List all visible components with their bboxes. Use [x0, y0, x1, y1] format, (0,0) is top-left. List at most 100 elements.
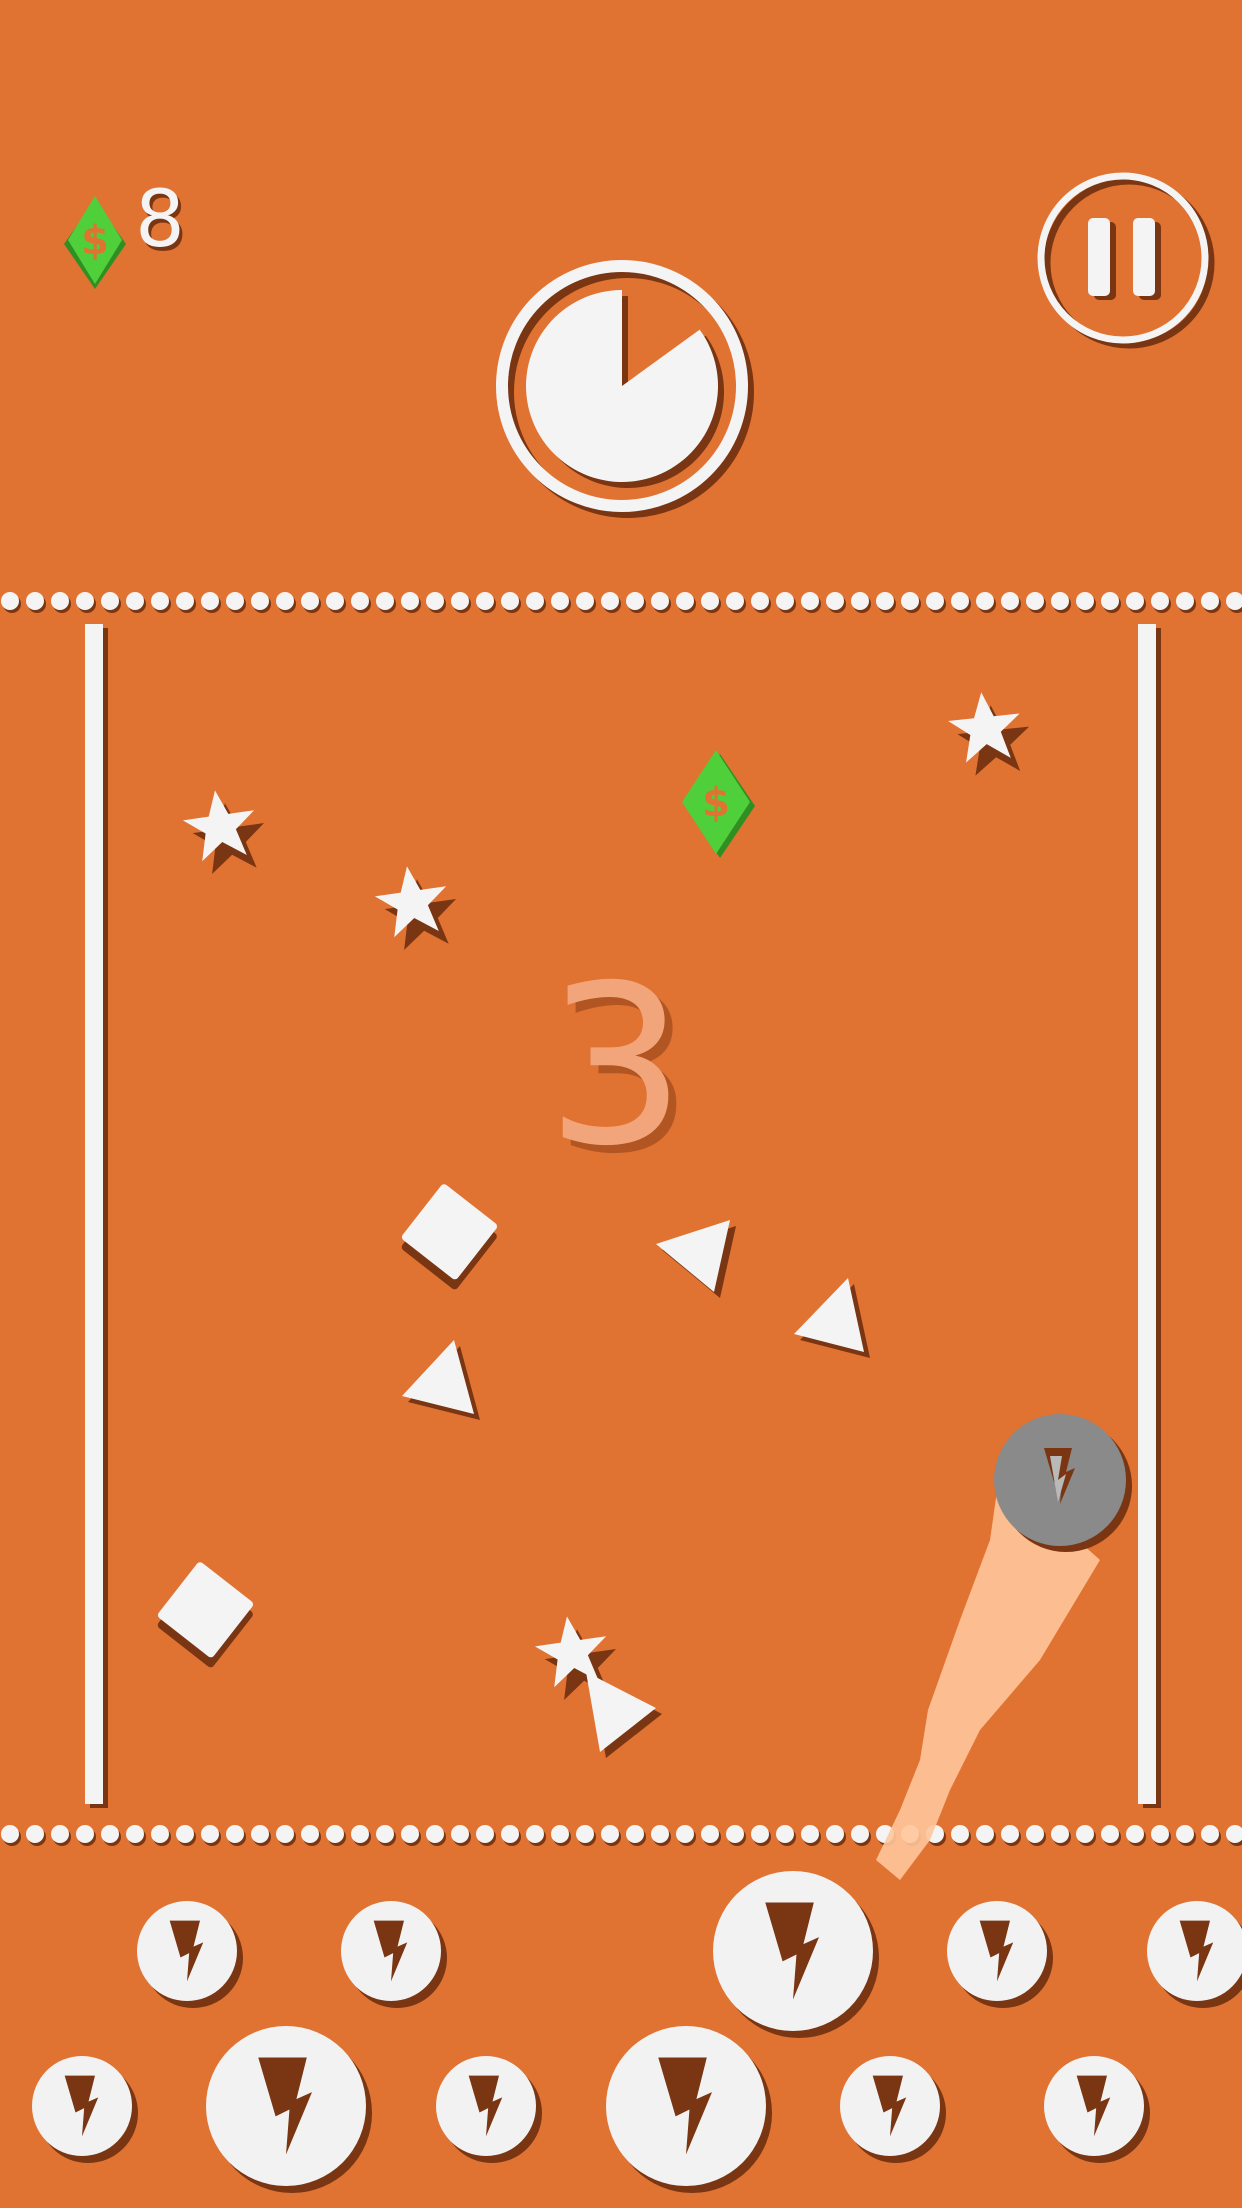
countdown-number: 3	[546, 938, 686, 1194]
border-dot	[76, 592, 94, 610]
border-dot	[751, 592, 769, 610]
border-dot	[26, 1825, 44, 1843]
border-dot	[101, 1825, 119, 1843]
border-dot	[326, 1825, 344, 1843]
svg-text:$: $	[702, 780, 730, 826]
border-dot	[51, 592, 69, 610]
border-dot	[426, 592, 444, 610]
border-dot	[51, 1825, 69, 1843]
border-dot	[176, 592, 194, 610]
border-dot	[801, 1825, 819, 1843]
border-dot	[426, 1825, 444, 1843]
border-dot	[926, 592, 944, 610]
border-dot	[226, 1825, 244, 1843]
border-dot	[151, 592, 169, 610]
border-dot	[1201, 1825, 1219, 1843]
border-dot	[251, 592, 269, 610]
border-dot	[226, 592, 244, 610]
border-dot	[1001, 592, 1019, 610]
border-dot	[1176, 592, 1194, 610]
border-dot	[451, 592, 469, 610]
border-dot	[826, 1825, 844, 1843]
border-dot	[851, 1825, 869, 1843]
border-dot	[876, 592, 894, 610]
border-dot	[276, 1825, 294, 1843]
border-dot	[1176, 1825, 1194, 1843]
border-dot	[201, 1825, 219, 1843]
border-dot	[551, 592, 569, 610]
border-dot	[1151, 592, 1169, 610]
round-timer	[496, 260, 754, 518]
border-dot	[301, 592, 319, 610]
border-dot	[326, 592, 344, 610]
border-dot	[501, 592, 519, 610]
border-dot	[26, 592, 44, 610]
border-dot	[576, 592, 594, 610]
border-dot	[101, 592, 119, 610]
border-dot	[851, 592, 869, 610]
border-dot	[626, 1825, 644, 1843]
border-dot	[1201, 592, 1219, 610]
border-dot	[601, 592, 619, 610]
border-dot	[526, 1825, 544, 1843]
border-dot	[126, 592, 144, 610]
border-dot	[976, 1825, 994, 1843]
border-dot	[151, 1825, 169, 1843]
border-dot	[1, 1825, 19, 1843]
border-dot	[401, 592, 419, 610]
gem-count: 8	[135, 175, 185, 265]
border-dot	[451, 1825, 469, 1843]
border-dot	[626, 592, 644, 610]
border-dot	[476, 1825, 494, 1843]
border-dot	[1101, 592, 1119, 610]
border-dot	[376, 592, 394, 610]
gem-symbol: $	[81, 218, 109, 264]
border-dot	[1051, 592, 1069, 610]
border-dot	[1, 592, 19, 610]
border-dot	[1026, 1825, 1044, 1843]
border-dot	[676, 1825, 694, 1843]
border-dot	[351, 592, 369, 610]
border-dot	[726, 1825, 744, 1843]
border-dot	[1126, 1825, 1144, 1843]
border-dot	[1001, 1825, 1019, 1843]
border-dot	[76, 1825, 94, 1843]
border-dot	[776, 1825, 794, 1843]
right-wall	[1138, 624, 1156, 1804]
border-dot	[1101, 1825, 1119, 1843]
game-scene: $ 8 8 3 3 $	[0, 0, 1242, 2208]
border-dot	[576, 1825, 594, 1843]
border-dot	[976, 592, 994, 610]
border-dot	[476, 592, 494, 610]
border-dot	[601, 1825, 619, 1843]
border-dot	[251, 1825, 269, 1843]
border-dot	[651, 592, 669, 610]
border-dot	[901, 592, 919, 610]
border-dot	[126, 1825, 144, 1843]
border-dot	[201, 592, 219, 610]
border-dot	[526, 592, 544, 610]
border-dot	[701, 1825, 719, 1843]
border-dot	[1026, 592, 1044, 610]
border-dot	[951, 1825, 969, 1843]
border-dot	[351, 1825, 369, 1843]
border-dot	[1051, 1825, 1069, 1843]
border-dot	[1076, 592, 1094, 610]
border-dot	[676, 592, 694, 610]
border-dot	[751, 1825, 769, 1843]
border-dot	[376, 1825, 394, 1843]
border-dot	[1076, 1825, 1094, 1843]
pause-icon	[1088, 218, 1110, 296]
border-dot	[701, 592, 719, 610]
border-dot	[501, 1825, 519, 1843]
border-dot	[776, 592, 794, 610]
border-dot	[651, 1825, 669, 1843]
left-wall	[85, 624, 103, 1804]
border-dot	[951, 592, 969, 610]
border-dot	[801, 592, 819, 610]
border-dot	[176, 1825, 194, 1843]
border-dot	[301, 1825, 319, 1843]
border-dot	[401, 1825, 419, 1843]
border-dot	[1126, 592, 1144, 610]
border-dot	[726, 592, 744, 610]
